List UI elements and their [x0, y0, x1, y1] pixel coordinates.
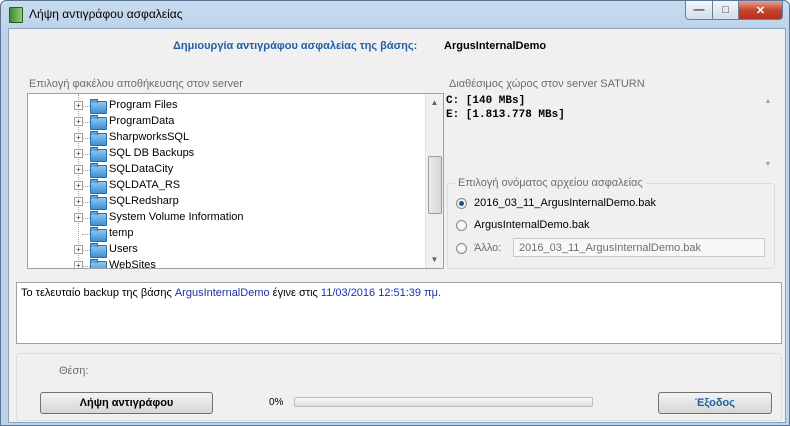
folder-icon [90, 195, 107, 210]
folder-icon [90, 243, 107, 258]
folder-panel-label: Επιλογή φακέλου αποθήκευσης στον server [29, 78, 243, 90]
folder-tree-item[interactable]: + ProgramData [28, 114, 424, 130]
radio-plain-filename-label: ArgusInternalDemo.bak [474, 219, 590, 231]
radio-button-icon[interactable] [456, 242, 467, 254]
space-scroll-down-icon[interactable]: ▼ [761, 156, 775, 173]
drive-space-e: E: [1.813.778 MBs] [446, 109, 565, 121]
progress-bar [294, 397, 593, 407]
close-button[interactable]: ✕ [739, 1, 783, 20]
take-backup-button[interactable]: Λήψη αντιγράφου [40, 392, 213, 414]
database-name: ArgusInternalDemo [444, 40, 547, 52]
radio-button-icon[interactable] [456, 219, 467, 231]
log-database-name: ArgusInternalDemo [174, 287, 270, 299]
expand-plus-icon[interactable]: + [74, 261, 83, 268]
minimize-button[interactable]: — [685, 1, 713, 20]
folder-tree-item-label: SQLRedsharp [109, 195, 179, 207]
radio-button-icon[interactable] [456, 197, 467, 209]
folder-icon [90, 147, 107, 162]
backup-dialog-window: Λήψη αντιγράφου ασφαλείας — □ ✕ Δημιουργ… [0, 0, 790, 426]
app-icon [9, 7, 23, 23]
radio-date-filename-label: 2016_03_11_ArgusInternalDemo.bak [474, 197, 657, 209]
folder-tree-item[interactable]: temp [28, 226, 424, 242]
filename-group-label: Επιλογή ονόματος αρχείου ασφαλείας [455, 177, 646, 189]
folder-tree-item-label: SQLDATA_RS [109, 179, 181, 191]
folder-icon [90, 211, 107, 226]
folder-tree-item[interactable]: + SQLDataCity [28, 162, 424, 178]
tree-connector-line [82, 122, 90, 123]
maximize-button[interactable]: □ [713, 1, 739, 20]
folder-tree-item-label: ProgramData [109, 115, 175, 127]
folder-tree-item[interactable]: + System Volume Information [28, 210, 424, 226]
space-panel-label: Διαθέσιμος χώρος στον server SATURN [449, 78, 645, 90]
radio-other-filename[interactable]: Άλλο: [456, 242, 501, 254]
folder-icon [90, 163, 107, 178]
close-icon: ✕ [755, 4, 766, 17]
space-list-scrollbar[interactable]: ▲ ▼ [761, 93, 775, 173]
scroll-down-arrow-icon[interactable]: ▼ [426, 251, 443, 268]
backup-header-label: Δημιουργία αντιγράφου ασφαλείας της βάση… [173, 40, 418, 52]
tree-connector-line [82, 170, 90, 171]
folder-tree-item-label: SharpworksSQL [109, 131, 190, 143]
dialog-body: Δημιουργία αντιγράφου ασφαλείας της βάση… [8, 28, 786, 423]
exit-button[interactable]: Έξοδος [658, 392, 772, 414]
window-title: Λήψη αντιγράφου ασφαλείας [29, 7, 183, 21]
folder-tree-item-label: Program Files [109, 99, 178, 111]
minimize-icon: — [693, 4, 705, 16]
tree-connector-line [82, 202, 90, 203]
folder-tree-item-label: SQLDataCity [109, 163, 174, 175]
window-controls: — □ ✕ [685, 1, 783, 20]
folder-tree-item[interactable]: + Users [28, 242, 424, 258]
tree-connector-line [82, 250, 90, 251]
radio-plain-filename[interactable]: ArgusInternalDemo.bak [456, 219, 590, 231]
folder-icon [90, 115, 107, 130]
folder-tree-item[interactable]: + SQL DB Backups [28, 146, 424, 162]
maximize-icon: □ [722, 4, 729, 16]
folder-tree-item-label: WebSites [109, 259, 156, 269]
folder-tree-item-label: temp [109, 227, 134, 239]
folder-tree-item-label: System Volume Information [109, 211, 244, 223]
folder-tree-item-label: Users [109, 243, 138, 255]
folder-tree-item[interactable]: + WebSites [28, 258, 424, 269]
folder-tree-item[interactable]: + SharpworksSQL [28, 130, 424, 146]
log-prefix: Το τελευταίο backup της βάσης [21, 287, 175, 299]
log-suffix: . [438, 287, 442, 299]
folder-tree-item[interactable]: + SQLDATA_RS [28, 178, 424, 194]
drive-space-c: C: [140 MBs] [446, 95, 526, 107]
radio-other-filename-label: Άλλο: [474, 242, 502, 254]
tree-scrollbar[interactable]: ▲ ▼ [425, 94, 443, 268]
folder-tree-item[interactable]: + Program Files [28, 98, 424, 114]
radio-date-filename[interactable]: 2016_03_11_ArgusInternalDemo.bak [456, 197, 656, 209]
folder-icon [90, 227, 107, 242]
folder-tree[interactable]: + Program Files + ProgramData + SharpworksSQL… [27, 93, 444, 269]
folder-icon [90, 131, 107, 146]
drive-space-list: C: [140 MBs] E: [1.813.778 MBs] [444, 93, 774, 173]
folder-icon [90, 99, 107, 114]
other-filename-input[interactable] [513, 238, 765, 257]
position-label: Θέση: [59, 365, 89, 377]
folder-icon [90, 259, 107, 268]
log-middle: έγινε στις [269, 287, 321, 299]
title-bar[interactable]: Λήψη αντιγράφου ασφαλείας — □ ✕ [1, 1, 789, 28]
last-backup-message: Το τελευταίο backup της βάσης ArgusInter… [21, 287, 441, 299]
tree-connector-line [82, 106, 90, 107]
tree-connector-line [82, 138, 90, 139]
tree-connector-line [82, 154, 90, 155]
space-scroll-up-icon[interactable]: ▲ [761, 93, 775, 110]
scrollbar-thumb[interactable] [428, 156, 442, 214]
progress-percent: 0% [269, 397, 284, 408]
scroll-up-arrow-icon[interactable]: ▲ [426, 94, 443, 111]
log-datetime: 11/03/2016 12:51:39 πμ [320, 287, 439, 299]
tree-connector-line [82, 266, 90, 267]
folder-tree-item[interactable]: + SQLRedsharp [28, 194, 424, 210]
status-log-box[interactable]: Το τελευταίο backup της βάσης ArgusInter… [16, 282, 782, 344]
folder-icon [90, 179, 107, 194]
tree-connector-line [82, 218, 90, 219]
tree-connector-line [82, 234, 90, 235]
folder-tree-item-label: SQL DB Backups [109, 147, 195, 159]
tree-connector-line [82, 186, 90, 187]
